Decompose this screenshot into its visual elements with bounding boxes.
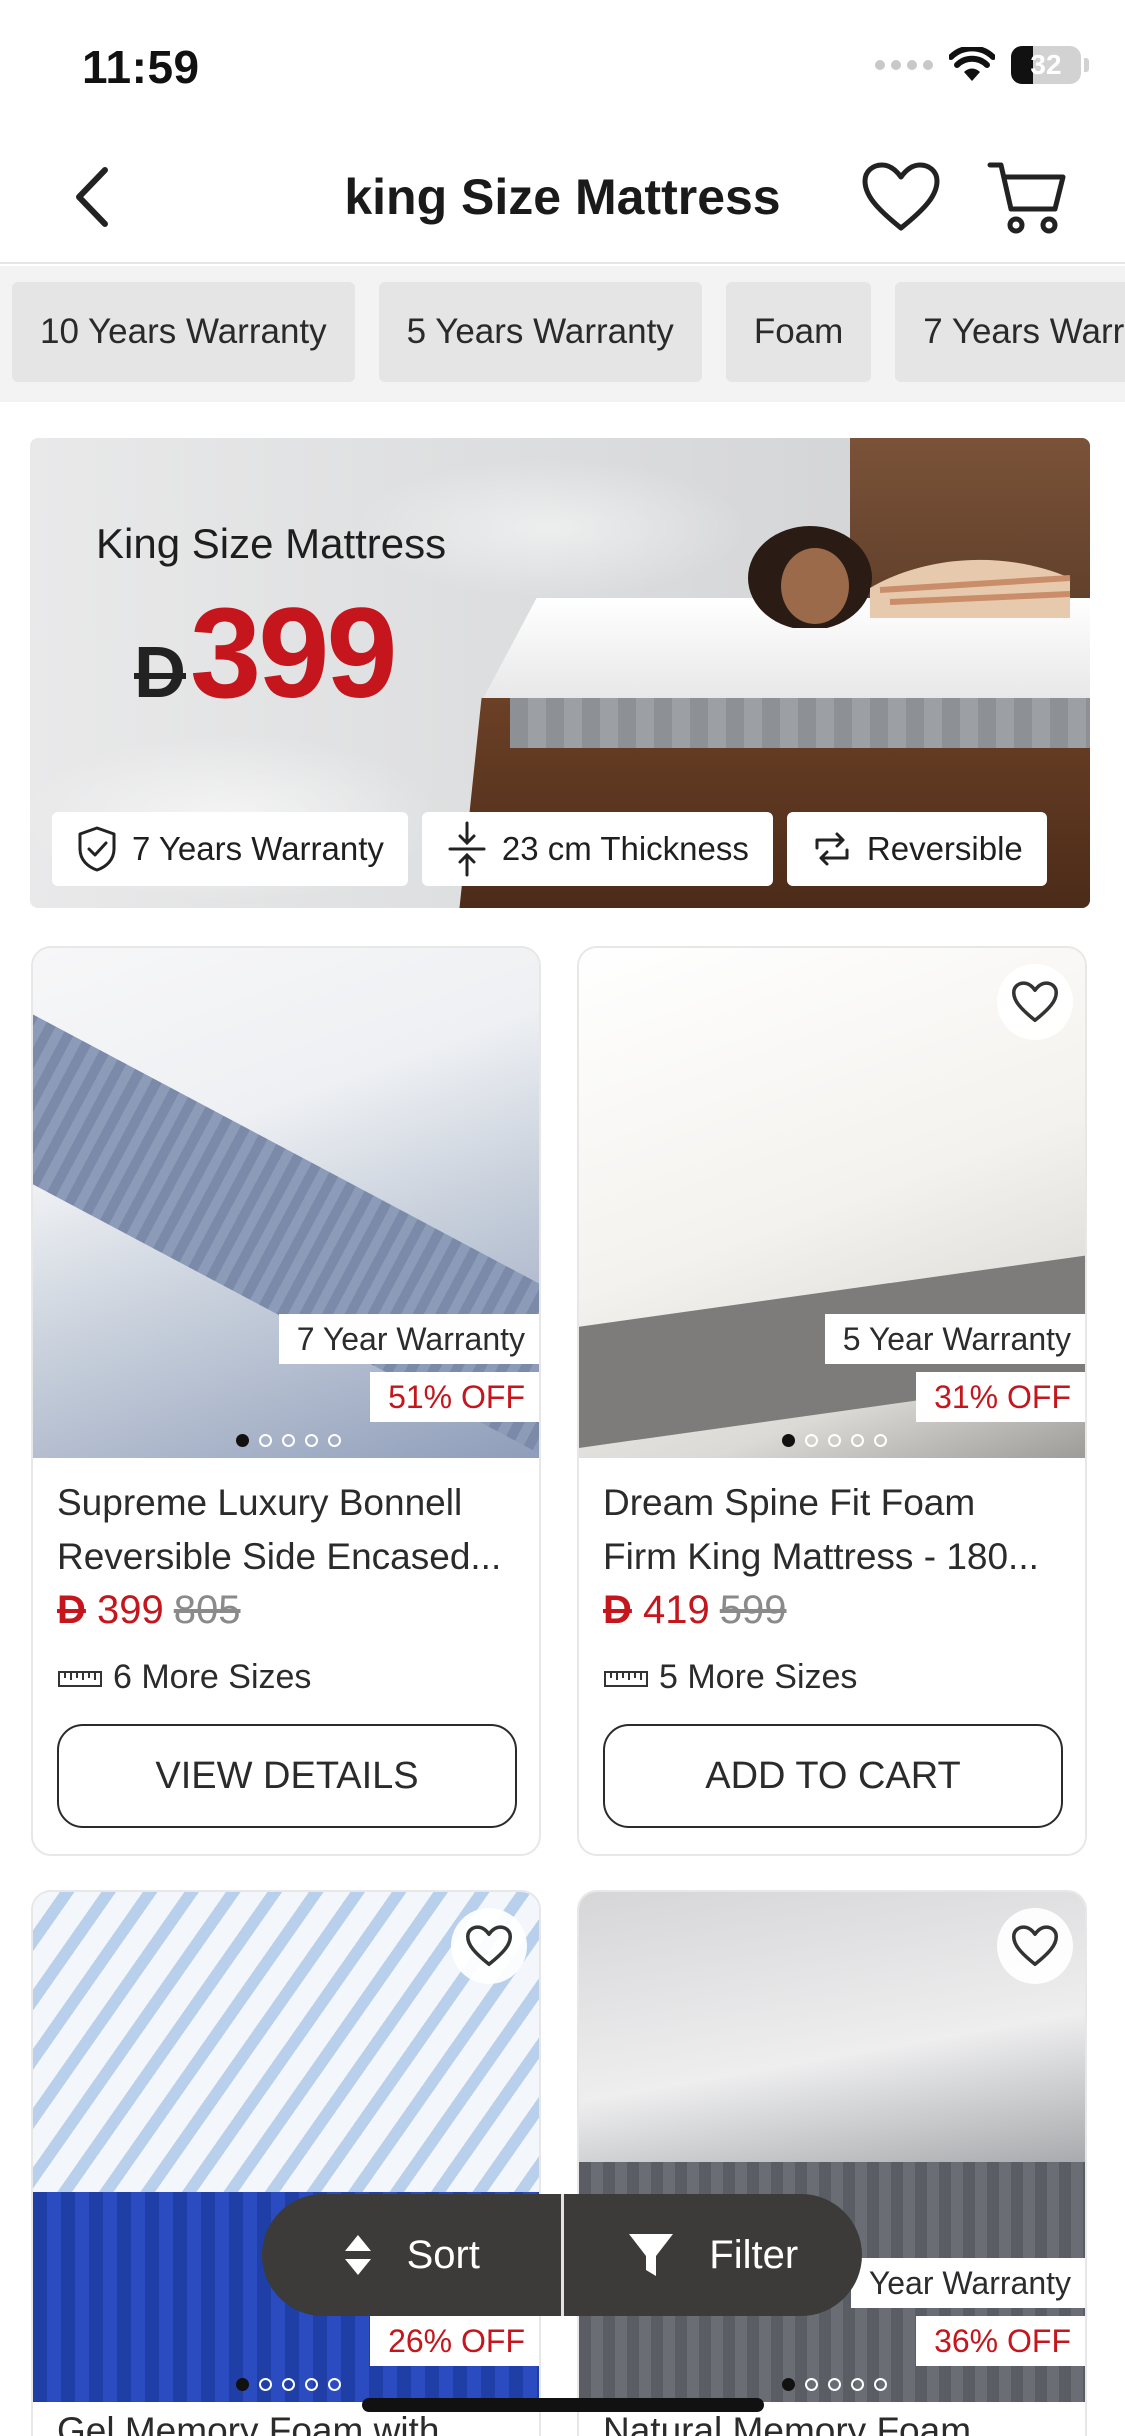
product-image[interactable]: Year Warranty 36% OFF (579, 1892, 1085, 2402)
home-indicator[interactable] (362, 2398, 764, 2412)
cart-icon (987, 162, 1066, 234)
wifi-icon (949, 47, 995, 81)
heart-icon (1012, 1925, 1058, 1967)
product-image[interactable]: 5 Year Warranty 31% OFF (579, 948, 1085, 1458)
heart-icon (862, 162, 940, 231)
product-card[interactable]: Year Warranty 36% OFF Natural Memory Foa… (577, 1890, 1087, 2436)
discount-tag: 36% OFF (916, 2316, 1085, 2366)
product-name: Natural Memory Foam (603, 2410, 972, 2436)
filter-label: Filter (709, 2232, 799, 2277)
dirham-currency-icon: D (603, 1588, 632, 1632)
chip-foam[interactable]: Foam (725, 282, 872, 382)
thickness-icon (448, 821, 486, 877)
quick-filter-chips: 10 Years Warranty 5 Years Warranty Foam … (0, 266, 1125, 402)
sort-filter-bar: Sort Filter (262, 2194, 862, 2316)
ruler-icon (604, 1670, 648, 1687)
product-name: Gel Memory Foam with (57, 2410, 440, 2436)
add-to-wishlist-button[interactable] (997, 964, 1073, 1040)
warranty-tag: 5 Year Warranty (824, 1314, 1085, 1364)
warranty-tag: 7 Year Warranty (278, 1314, 539, 1364)
current-price: 399 (97, 1588, 164, 1632)
view-details-button[interactable]: VIEW DETAILS (57, 1724, 517, 1828)
reversible-icon (815, 832, 849, 866)
chip-7-years-warranty[interactable]: 7 Years Warranty (895, 282, 1125, 382)
status-icons: 32 (875, 46, 1089, 84)
battery-icon: 32 (1011, 46, 1089, 84)
badge-reversible-label: Reversible (866, 830, 1023, 867)
original-price: 599 (719, 1588, 787, 1632)
add-to-cart-button[interactable]: ADD TO CART (603, 1724, 1063, 1828)
chip-10-years-warranty[interactable]: 10 Years Warranty (12, 282, 355, 382)
warranty-tag: Year Warranty (850, 2258, 1085, 2308)
original-price: 805 (173, 1588, 241, 1632)
ruler-icon (58, 1670, 102, 1687)
sort-button[interactable]: Sort (262, 2194, 561, 2316)
discount-tag: 26% OFF (370, 2316, 539, 2366)
wishlist-button[interactable] (858, 154, 944, 240)
badge-warranty-label: 7 Years Warranty (132, 830, 384, 867)
more-sizes[interactable]: 6 More Sizes (57, 1658, 311, 1697)
product-card[interactable]: 7 Year Warranty 51% OFF Supreme Luxury B… (31, 946, 541, 1856)
image-carousel-dots (579, 1434, 1085, 1447)
battery-level: 32 (1030, 49, 1062, 80)
banner-price-value: 399 (190, 582, 398, 725)
badge-reversible: Reversible (786, 812, 1047, 886)
shield-check-icon (78, 826, 116, 872)
banner-features: 7 Years Warranty 23 cm Thickness Reversi… (52, 812, 1047, 886)
heart-icon (1012, 981, 1058, 1023)
page-title: king Size Mattress (344, 169, 781, 225)
cart-button[interactable] (984, 154, 1070, 240)
discount-tag: 51% OFF (370, 1372, 539, 1422)
chip-5-years-warranty[interactable]: 5 Years Warranty (378, 282, 702, 382)
discount-tag: 31% OFF (916, 1372, 1085, 1422)
more-sizes-label: 5 More Sizes (659, 1658, 858, 1696)
add-to-wishlist-button[interactable] (451, 1908, 527, 1984)
filter-button[interactable]: Filter (564, 2194, 863, 2316)
product-card[interactable]: 26% OFF Gel Memory Foam with (31, 1890, 541, 2436)
status-bar: 11:59 32 (0, 0, 1125, 132)
filter-funnel-icon (629, 2234, 674, 2276)
current-price: 419 (643, 1588, 710, 1632)
dirham-currency-icon: D (57, 1588, 86, 1632)
product-name: Supreme Luxury Bonnell Reversible Side E… (57, 1482, 502, 1577)
more-sizes[interactable]: 5 More Sizes (603, 1658, 857, 1697)
image-carousel-dots (33, 1434, 539, 1447)
badge-thickness-label: 23 cm Thickness (501, 830, 749, 867)
product-image[interactable]: 26% OFF (33, 1892, 539, 2402)
promo-banner[interactable]: King Size Mattress D 399 7 Years Warrant… (30, 438, 1090, 908)
dirham-currency-icon: D (134, 633, 186, 713)
add-to-wishlist-button[interactable] (997, 1908, 1073, 1984)
image-carousel-dots (33, 2378, 539, 2391)
banner-heading: King Size Mattress (96, 520, 447, 567)
sort-icon (344, 2235, 371, 2275)
status-time: 11:59 (82, 41, 200, 93)
app-header: king Size Mattress (0, 132, 1125, 264)
badge-warranty: 7 Years Warranty (52, 812, 408, 886)
more-sizes-label: 6 More Sizes (113, 1658, 312, 1696)
sort-label: Sort (406, 2232, 480, 2277)
heart-icon (466, 1925, 512, 1967)
image-carousel-dots (579, 2378, 1085, 2391)
product-image[interactable]: 7 Year Warranty 51% OFF (33, 948, 539, 1458)
product-name: Dream Spine Fit Foam Firm King Mattress … (603, 1482, 1039, 1577)
price-row: D 419 599 (603, 1588, 787, 1633)
banner-price: D 399 (134, 580, 398, 727)
banner-person-image (748, 526, 1071, 628)
badge-thickness: 23 cm Thickness (421, 812, 773, 886)
product-card[interactable]: 5 Year Warranty 31% OFF Dream Spine Fit … (577, 946, 1087, 1856)
price-row: D 399 805 (57, 1588, 241, 1633)
cellular-signal-icon (875, 60, 933, 70)
